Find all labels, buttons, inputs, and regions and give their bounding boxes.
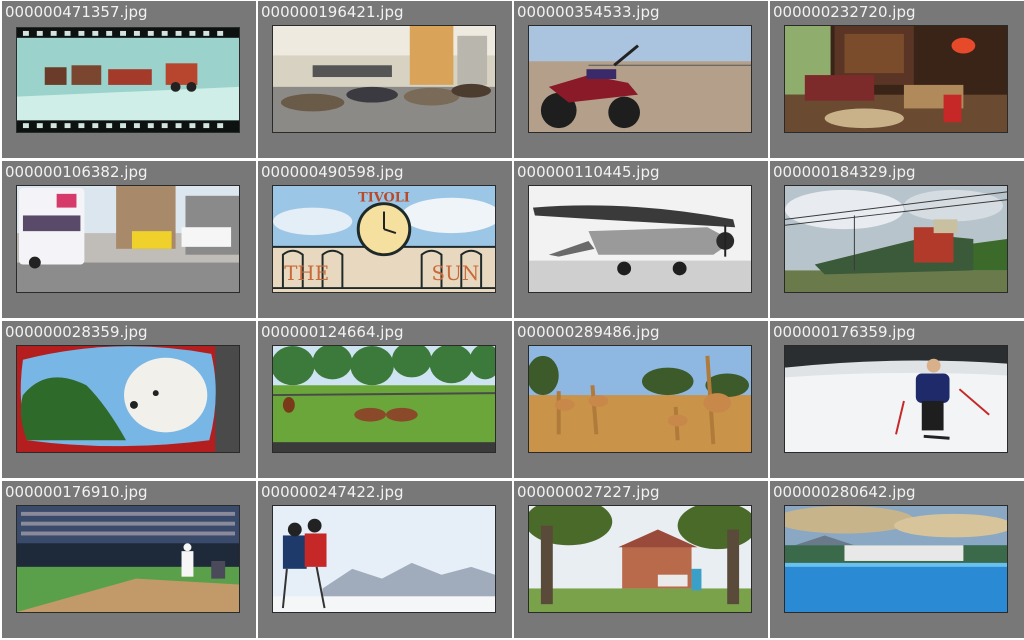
thumbnail-filename: 000000471357.jpg [5,3,148,21]
thumbnail-filename: 000000110445.jpg [517,163,660,181]
thumbnail-tile[interactable]: 000000232720.jpg [770,1,1024,158]
thumbnail-image[interactable] [272,25,496,133]
thumbnail-tile[interactable]: 000000028359.jpg [2,321,256,478]
thumbnail-image[interactable] [272,345,496,453]
thumbnail-filename: 000000289486.jpg [517,323,660,341]
thumbnail-image[interactable] [16,345,240,453]
thumbnail-image[interactable] [528,345,752,453]
thumbnail-image[interactable] [528,505,752,613]
thumbnail-tile[interactable]: 000000471357.jpg [2,1,256,158]
thumbnail-image[interactable] [528,185,752,293]
thumbnail-filename: 000000184329.jpg [773,163,916,181]
thumbnail-image[interactable] [528,25,752,133]
thumbnail-filename: 000000354533.jpg [517,3,660,21]
thumbnail-tile[interactable]: 000000184329.jpg [770,161,1024,318]
thumbnail-filename: 000000176359.jpg [773,323,916,341]
sign-left-text: THE [284,262,329,285]
thumbnail-tile[interactable]: 000000289486.jpg [514,321,768,478]
thumbnail-filename: 000000106382.jpg [5,163,148,181]
thumbnail-image[interactable] [16,185,240,293]
thumbnail-image[interactable]: TIVOLI THE SUN [272,185,496,293]
thumbnail-filename: 000000247422.jpg [261,483,404,501]
thumbnail-image[interactable] [784,185,1008,293]
thumbnail-filename: 000000490598.jpg [261,163,404,181]
thumbnail-image[interactable] [784,345,1008,453]
thumbnail-filename: 000000196421.jpg [261,3,404,21]
thumbnail-tile[interactable]: 000000027227.jpg [514,481,768,638]
thumbnail-tile[interactable]: 000000354533.jpg [514,1,768,158]
thumbnail-image[interactable] [784,25,1008,133]
thumbnail-image[interactable] [16,505,240,613]
sign-top-text: TIVOLI [358,191,410,206]
thumbnail-tile[interactable]: 000000176359.jpg [770,321,1024,478]
thumbnail-image[interactable] [784,505,1008,613]
thumbnail-tile[interactable]: 000000490598.jpg TIVOLI THE SUN [258,161,512,318]
thumbnail-filename: 000000124664.jpg [261,323,404,341]
thumbnail-filename: 000000280642.jpg [773,483,916,501]
thumbnail-tile[interactable]: 000000176910.jpg [2,481,256,638]
thumbnail-filename: 000000232720.jpg [773,3,916,21]
sign-right-text: SUN [432,262,480,285]
thumbnail-grid: 000000471357.jpg 000000196421.jpg 000000… [0,0,1024,640]
thumbnail-image[interactable] [272,505,496,613]
thumbnail-filename: 000000027227.jpg [517,483,660,501]
thumbnail-filename: 000000028359.jpg [5,323,148,341]
thumbnail-tile[interactable]: 000000110445.jpg [514,161,768,318]
thumbnail-tile[interactable]: 000000196421.jpg [258,1,512,158]
thumbnail-image[interactable] [16,27,240,133]
thumbnail-tile[interactable]: 000000280642.jpg [770,481,1024,638]
thumbnail-tile[interactable]: 000000106382.jpg [2,161,256,318]
thumbnail-tile[interactable]: 000000247422.jpg [258,481,512,638]
thumbnail-filename: 000000176910.jpg [5,483,148,501]
thumbnail-tile[interactable]: 000000124664.jpg [258,321,512,478]
